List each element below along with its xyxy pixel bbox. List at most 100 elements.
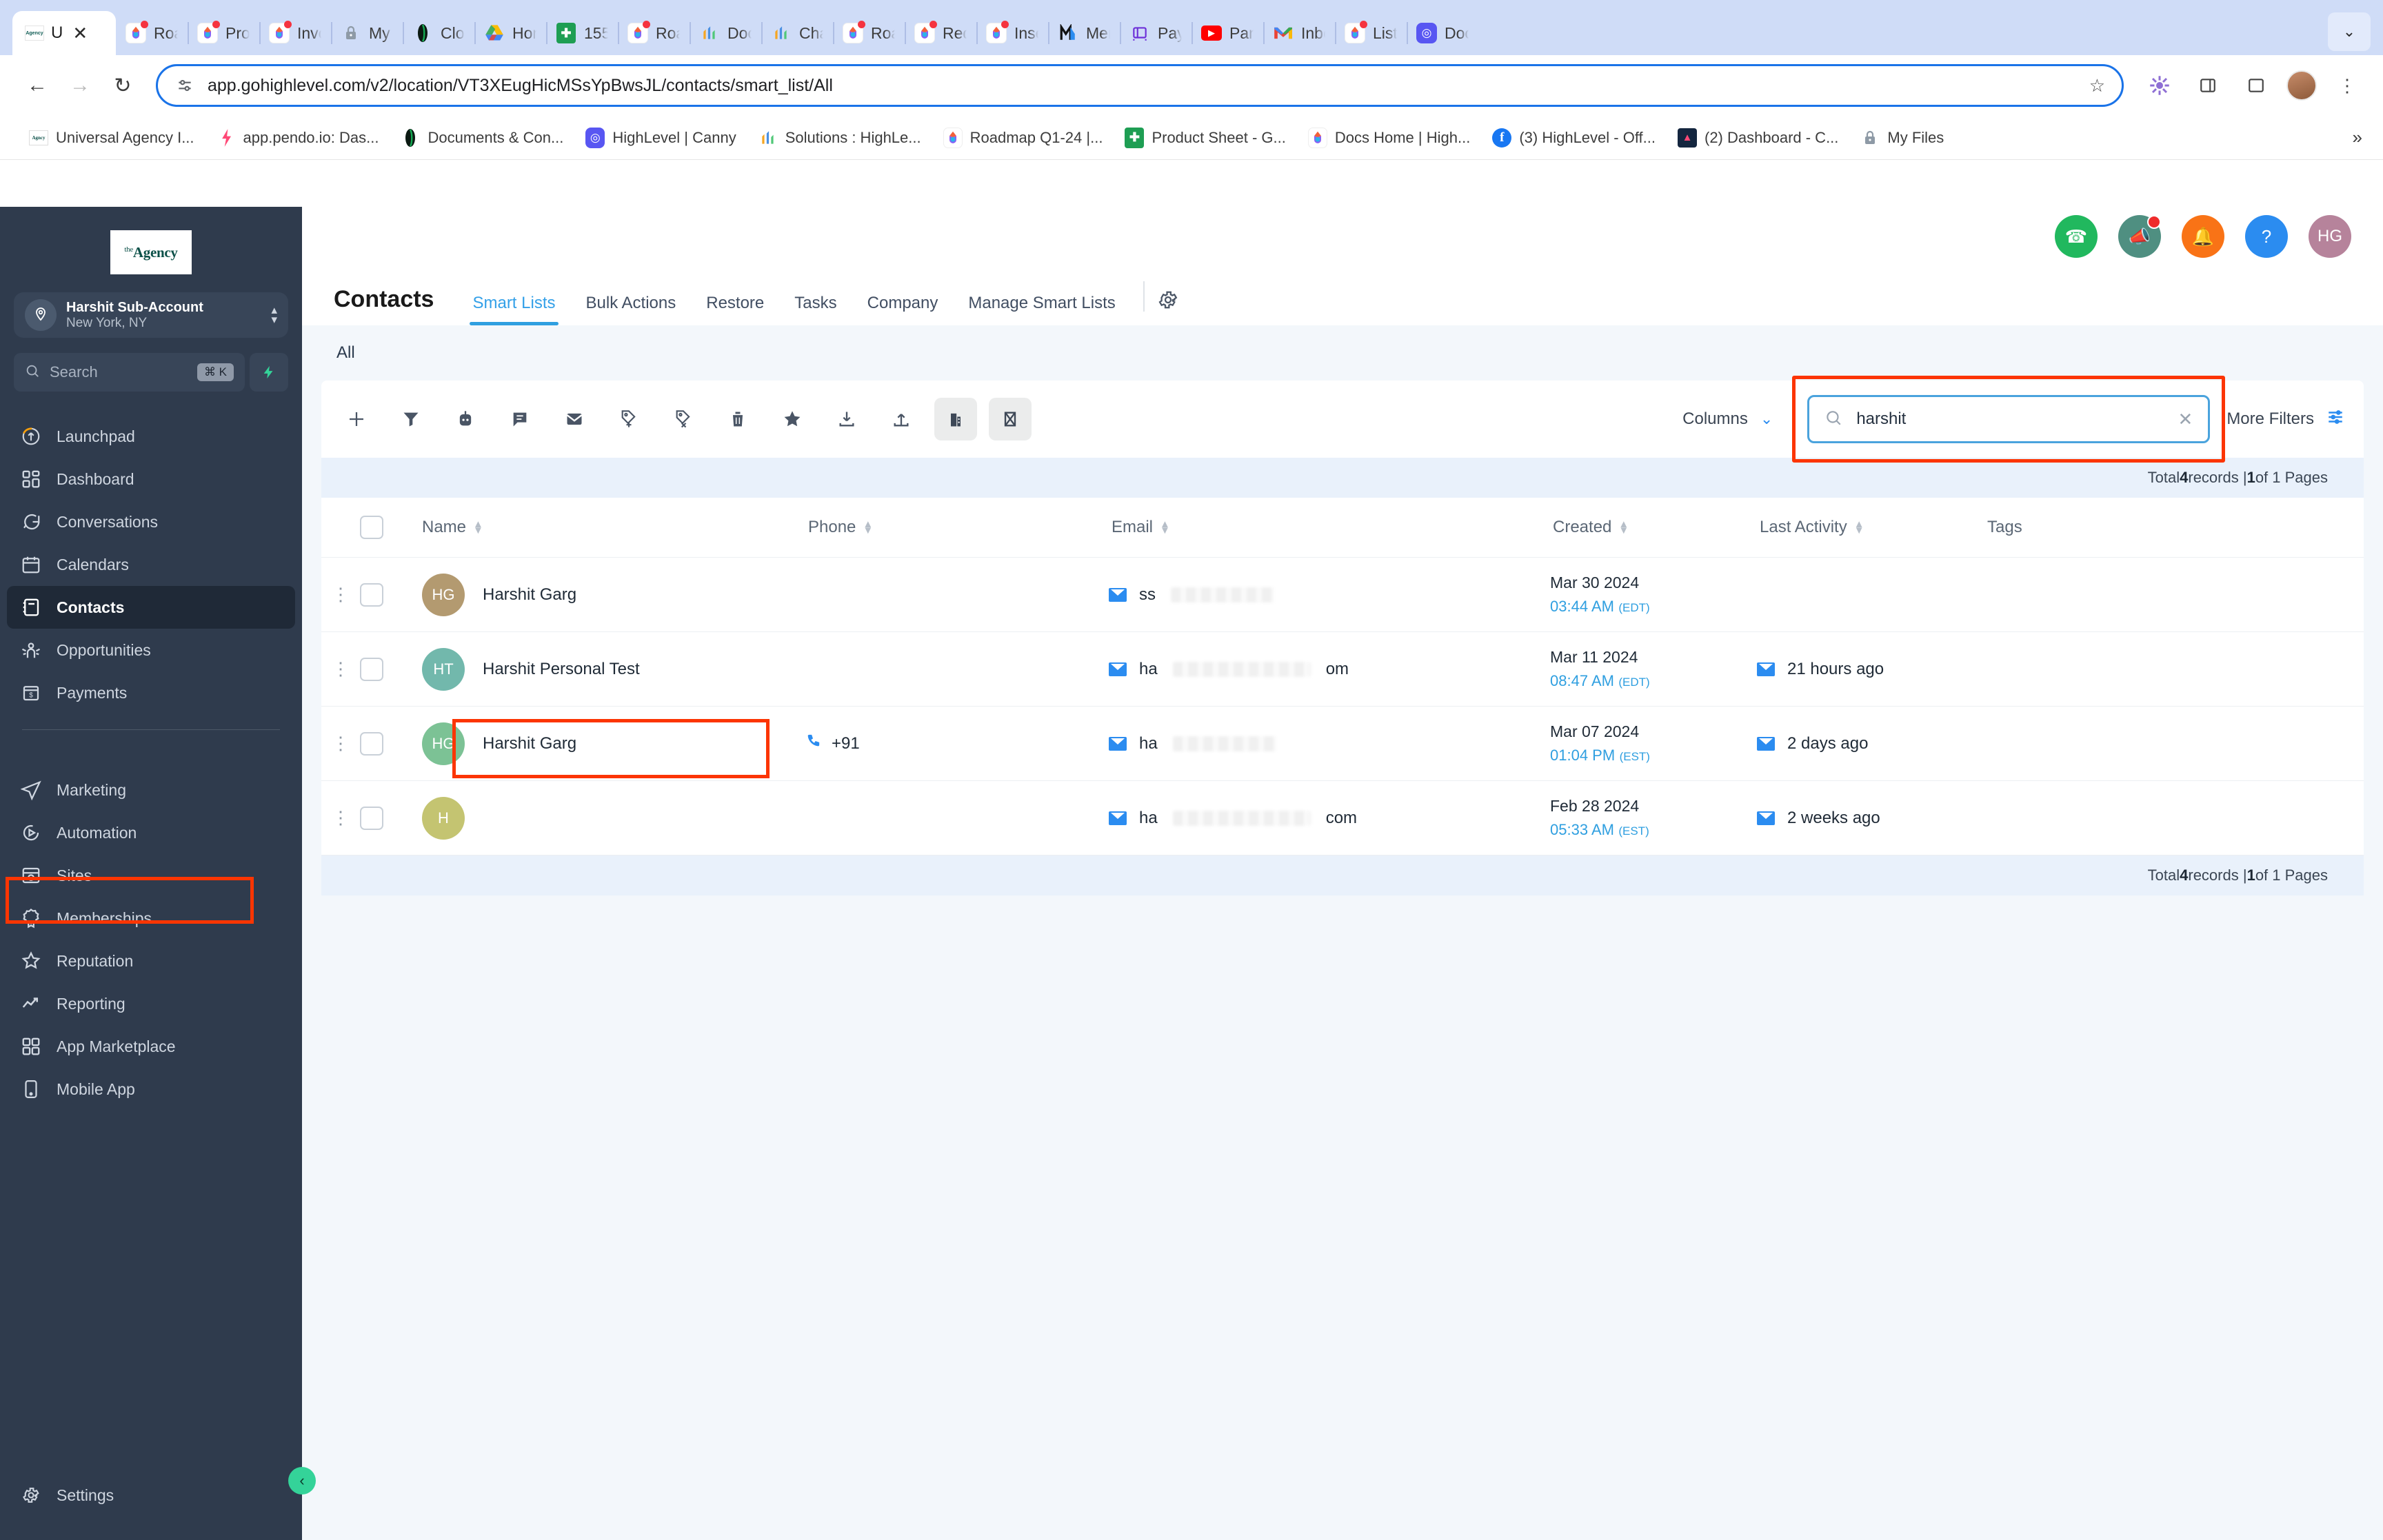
sidebar-item-contacts[interactable]: Contacts	[7, 586, 295, 629]
browser-tab[interactable]: Insert	[976, 11, 1048, 55]
row-checkbox[interactable]	[360, 582, 383, 607]
tab-restore[interactable]: Restore	[691, 294, 779, 325]
bookmark-item[interactable]: Docs Home | High...	[1297, 121, 1481, 154]
import-button[interactable]	[825, 398, 868, 440]
column-header-created[interactable]: Created ▲ ▼	[1550, 498, 1757, 558]
clear-search-icon[interactable]: ✕	[2178, 409, 2193, 430]
phone-icon[interactable]: ☎	[2055, 215, 2098, 258]
quick-actions-button[interactable]	[250, 353, 288, 392]
browser-tab[interactable]: Inbox	[1263, 11, 1335, 55]
sidebar-search-input[interactable]: Search ⌘ K	[14, 353, 245, 392]
chrome-menu-icon[interactable]: ⋮	[2329, 68, 2365, 103]
row-checkbox[interactable]	[360, 657, 383, 681]
bookmark-item[interactable]: ✚ Product Sheet - G...	[1114, 121, 1296, 154]
sidebar-item-dashboard[interactable]: Dashboard	[0, 458, 302, 500]
column-header-last-activity[interactable]: Last Activity ▲ ▼	[1757, 498, 1984, 558]
delete-button[interactable]	[716, 398, 759, 440]
remove-tag-button[interactable]	[662, 398, 705, 440]
chevron-updown-icon[interactable]: ▴ ▾	[271, 304, 277, 325]
address-bar[interactable]: app.gohighlevel.com/v2/location/VT3XEugH…	[156, 64, 2124, 107]
tab-tasks[interactable]: Tasks	[779, 294, 852, 325]
bookmark-item[interactable]: Solutions : HighLe...	[747, 121, 932, 154]
bookmark-item[interactable]: Agncy Universal Agency I...	[18, 121, 205, 154]
column-header-phone[interactable]: Phone ▲ ▼	[805, 498, 1109, 558]
sidebar-item-app-marketplace[interactable]: App Marketplace	[0, 1025, 302, 1068]
sidebar-item-reporting[interactable]: Reporting	[0, 982, 302, 1025]
bookmark-item[interactable]: Roadmap Q1-24 |...	[932, 121, 1114, 154]
bookmark-item[interactable]: app.pendo.io: Das...	[205, 121, 390, 154]
search-input[interactable]: harshit ✕	[1807, 395, 2211, 443]
tab-company[interactable]: Company	[852, 294, 954, 325]
sidebar-item-mobile-app[interactable]: Mobile App	[0, 1068, 302, 1111]
sort-icon[interactable]: ▲ ▼	[1854, 519, 1864, 536]
sidebar-item-launchpad[interactable]: Launchpad	[0, 415, 302, 458]
page-settings-gear-icon[interactable]	[1157, 289, 1179, 325]
sidebar-item-sites[interactable]: Sites	[0, 854, 302, 897]
dnd-button[interactable]	[989, 398, 1032, 440]
table-row[interactable]: ⋮ HG Harshit Garg ss Mar 30 2024 03:44 A…	[321, 557, 2364, 632]
bookmark-item[interactable]: ◎ HighLevel | Canny	[574, 121, 747, 154]
bookmark-item[interactable]: ▲ (2) Dashboard - C...	[1667, 121, 1849, 154]
browser-tab[interactable]: ✚ 15500	[546, 11, 618, 55]
bookmark-item[interactable]: f (3) HighLevel - Off...	[1481, 121, 1667, 154]
bot-button[interactable]	[444, 398, 487, 440]
sms-button[interactable]	[499, 398, 541, 440]
row-checkbox[interactable]	[360, 731, 383, 756]
columns-dropdown[interactable]: Columns ⌄	[1665, 398, 1791, 440]
sort-icon[interactable]: ▲ ▼	[473, 519, 483, 536]
sidebar-item-conversations[interactable]: Conversations	[0, 500, 302, 543]
notifications-icon[interactable]: 🔔	[2182, 215, 2224, 258]
sort-icon[interactable]: ▲ ▼	[1618, 519, 1629, 536]
column-header-name[interactable]: Name ▲ ▼	[419, 498, 805, 558]
favorite-button[interactable]	[771, 398, 814, 440]
bookmark-star-icon[interactable]: ☆	[2089, 75, 2105, 97]
sidebar-item-reputation[interactable]: Reputation	[0, 940, 302, 982]
row-menu-icon[interactable]: ⋮	[321, 585, 360, 603]
add-tag-button[interactable]	[607, 398, 650, 440]
sidebar-item-automation[interactable]: Automation	[0, 811, 302, 854]
sidebar-item-marketing[interactable]: Marketing	[0, 769, 302, 811]
contact-name[interactable]: Harshit Garg	[483, 734, 576, 753]
filter-button[interactable]	[390, 398, 432, 440]
table-row[interactable]: ⋮ H ha com Feb 28 2024 05:33 AM (EST) 2 …	[321, 780, 2364, 855]
contact-name[interactable]: Harshit Personal Test	[483, 660, 640, 679]
tab-bulk-actions[interactable]: Bulk Actions	[571, 294, 692, 325]
bookmark-item[interactable]: My Files	[1849, 121, 1955, 154]
chrome-profile-avatar[interactable]	[2286, 70, 2317, 101]
row-menu-icon[interactable]: ⋮	[321, 660, 360, 678]
sidebar-item-opportunities[interactable]: Opportunities	[0, 629, 302, 671]
export-button[interactable]	[880, 398, 923, 440]
browser-tab[interactable]: ▶ Panda	[1192, 11, 1263, 55]
site-settings-icon[interactable]	[174, 75, 195, 96]
sort-icon[interactable]: ▲ ▼	[863, 519, 873, 536]
email-button[interactable]	[553, 398, 596, 440]
browser-tab[interactable]: Roadm	[618, 11, 690, 55]
merge-button[interactable]	[934, 398, 977, 440]
bookmark-item[interactable]: Documents & Con...	[390, 121, 574, 154]
column-header-email[interactable]: Email ▲ ▼	[1109, 498, 1550, 558]
browser-tab[interactable]: Redire	[905, 11, 976, 55]
announcement-icon[interactable]: 📣	[2118, 215, 2161, 258]
active-browser-tab[interactable]: Agency U ✕	[12, 11, 116, 55]
browser-tab[interactable]: Cloud	[403, 11, 474, 55]
user-avatar[interactable]: HG	[2309, 215, 2351, 258]
sidebar-item-calendars[interactable]: Calendars	[0, 543, 302, 586]
table-row[interactable]: ⋮ HT Harshit Personal Test ha om Mar 11 …	[321, 631, 2364, 707]
row-checkbox[interactable]	[360, 806, 383, 830]
table-row[interactable]: ⋮ HG Harshit Garg +91 ha Mar 07 2024 01:…	[321, 706, 2364, 781]
browser-tab[interactable]: Chang	[761, 11, 833, 55]
smart-list-tab-all[interactable]: All	[334, 343, 358, 363]
back-button[interactable]: ←	[18, 66, 57, 105]
help-icon[interactable]: ?	[2245, 215, 2288, 258]
tab-search-button[interactable]: ⌄	[2328, 12, 2371, 51]
sub-account-switcher[interactable]: Harshit Sub-Account New York, NY ▴ ▾	[14, 292, 288, 338]
browser-tab[interactable]: Roadm	[833, 11, 905, 55]
add-contact-button[interactable]	[335, 398, 378, 440]
sidebar-item-memberships[interactable]: Memberships	[0, 897, 302, 940]
split-view-icon[interactable]	[2238, 68, 2274, 103]
forward-button[interactable]: →	[61, 66, 99, 105]
browser-tab[interactable]: Payme	[1120, 11, 1192, 55]
browser-tab[interactable]: Merch	[1048, 11, 1120, 55]
browser-tab[interactable]: List p	[1335, 11, 1407, 55]
row-menu-icon[interactable]: ⋮	[321, 734, 360, 752]
